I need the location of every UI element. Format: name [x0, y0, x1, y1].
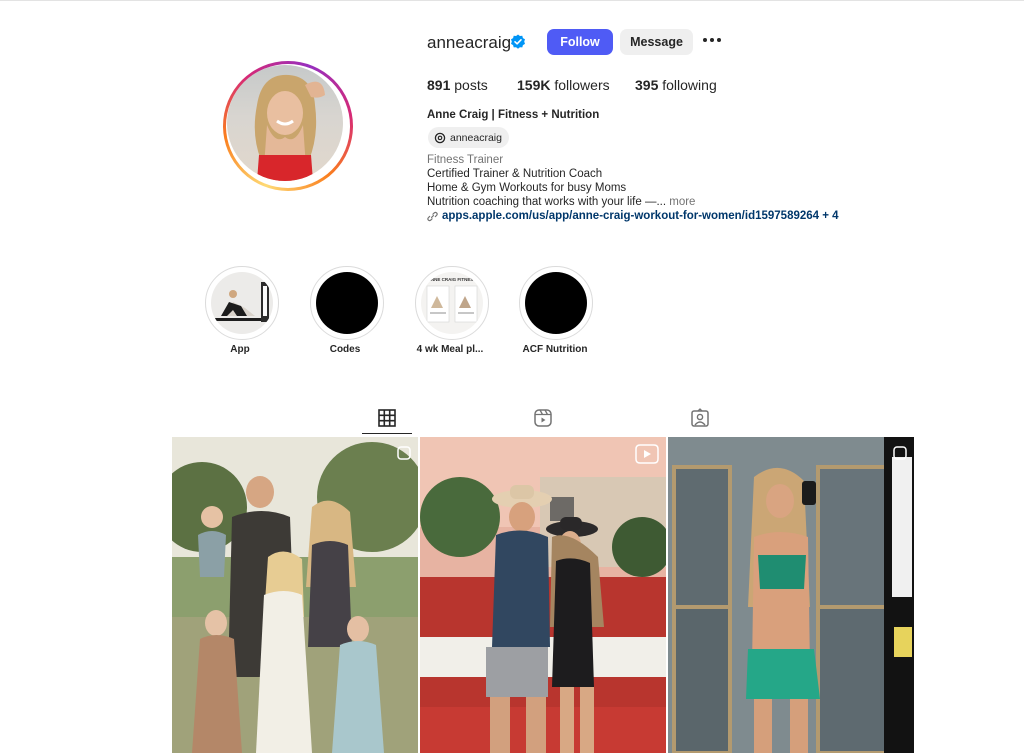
highlight-label-app: App [230, 344, 250, 355]
active-tab-indicator [362, 433, 412, 434]
highlight-label-acf-nutrition: ACF Nutrition [522, 344, 588, 355]
bio-link-text: apps.apple.com/us/app/anne-craig-workout… [442, 210, 839, 222]
post-thumbnail-3[interactable] [668, 437, 914, 753]
verified-badge-icon [511, 34, 525, 49]
profile-username: anneacraig [427, 33, 512, 52]
highlight-codes[interactable] [310, 266, 384, 340]
posts-count: 891 [427, 77, 451, 93]
bio-line-3: Nutrition coaching that works with your … [427, 196, 695, 208]
followers-label: followers [554, 77, 610, 93]
bio-line-1: Certified Trainer & Nutrition Coach [427, 168, 603, 180]
posts-stat: 891 posts [427, 77, 488, 93]
reels-icon[interactable] [533, 408, 553, 428]
following-count: 395 [635, 77, 659, 93]
posts-label: posts [454, 77, 488, 93]
threads-handle: anneacraig [450, 131, 502, 144]
highlight-acf-nutrition[interactable] [519, 266, 593, 340]
highlight-app-thumb [211, 272, 273, 334]
tagged-icon[interactable] [690, 408, 710, 428]
posts-grid-icon[interactable] [377, 408, 397, 428]
bio-line-3-text: Nutrition coaching that works with your … [427, 196, 667, 208]
highlight-label-meal-plan: 4 wk Meal pl... [416, 344, 484, 355]
highlight-acf-nutrition-thumb [525, 272, 587, 334]
highlight-meal-plan[interactable]: ANNE CRAIG FITNESS [415, 266, 489, 340]
link-icon [427, 211, 438, 221]
following-stat[interactable]: 395 following [635, 77, 717, 93]
top-divider [0, 0, 1024, 1]
highlight-codes-thumb [316, 272, 378, 334]
following-label: following [662, 77, 717, 93]
bio-link[interactable]: apps.apple.com/us/app/anne-craig-workout… [427, 210, 839, 222]
highlight-meal-plan-thumb: ANNE CRAIG FITNESS [421, 272, 483, 334]
highlight-label-codes: Codes [329, 344, 361, 355]
follow-button[interactable]: Follow [547, 29, 613, 55]
post-thumbnail-2[interactable] [420, 437, 666, 753]
threads-icon [434, 132, 446, 143]
message-button[interactable]: Message [620, 29, 693, 55]
profile-category: Fitness Trainer [427, 154, 504, 166]
highlight-thumb-text: ANNE CRAIG FITNESS [428, 277, 477, 282]
more-options-icon[interactable] [703, 38, 721, 44]
threads-badge[interactable]: anneacraig [428, 127, 509, 148]
post-thumbnail-1[interactable] [172, 437, 418, 753]
followers-stat[interactable]: 159K followers [517, 77, 610, 93]
bio-line-2: Home & Gym Workouts for busy Moms [427, 182, 627, 194]
profile-full-name: Anne Craig | Fitness + Nutrition [427, 109, 600, 121]
avatar-photo [227, 65, 343, 181]
highlight-app[interactable] [205, 266, 279, 340]
bio-more-link[interactable]: more [669, 196, 695, 208]
profile-avatar[interactable] [223, 61, 353, 191]
followers-count: 159K [517, 77, 551, 93]
